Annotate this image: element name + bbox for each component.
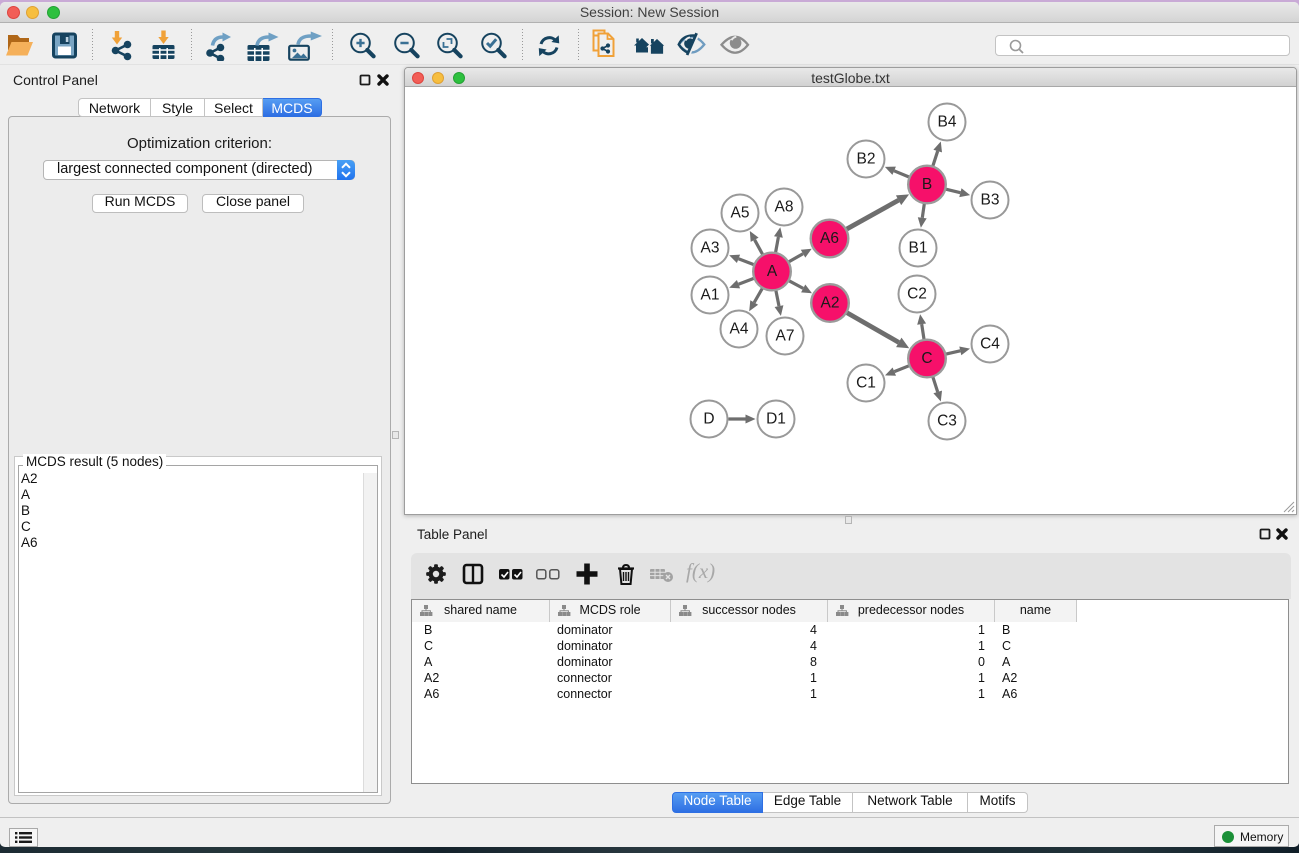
svg-text:C4: C4 — [980, 336, 1000, 353]
svg-text:B4: B4 — [938, 114, 957, 131]
svg-text:D1: D1 — [766, 411, 786, 428]
svg-text:A3: A3 — [701, 240, 720, 257]
svg-text:C1: C1 — [856, 375, 876, 392]
svg-text:A1: A1 — [701, 287, 720, 304]
svg-text:B2: B2 — [857, 151, 876, 168]
svg-text:A5: A5 — [731, 205, 750, 222]
svg-text:C3: C3 — [937, 413, 957, 430]
svg-text:A6: A6 — [820, 230, 839, 247]
svg-text:D: D — [703, 411, 714, 428]
svg-text:B: B — [922, 176, 932, 193]
svg-text:A: A — [767, 263, 778, 280]
svg-text:B3: B3 — [981, 192, 1000, 209]
svg-text:C2: C2 — [907, 286, 927, 303]
svg-text:A4: A4 — [730, 321, 749, 338]
svg-text:A8: A8 — [775, 199, 794, 216]
svg-text:C: C — [921, 350, 932, 367]
svg-text:A7: A7 — [776, 328, 795, 345]
svg-text:B1: B1 — [909, 240, 928, 257]
svg-text:A2: A2 — [821, 295, 840, 312]
